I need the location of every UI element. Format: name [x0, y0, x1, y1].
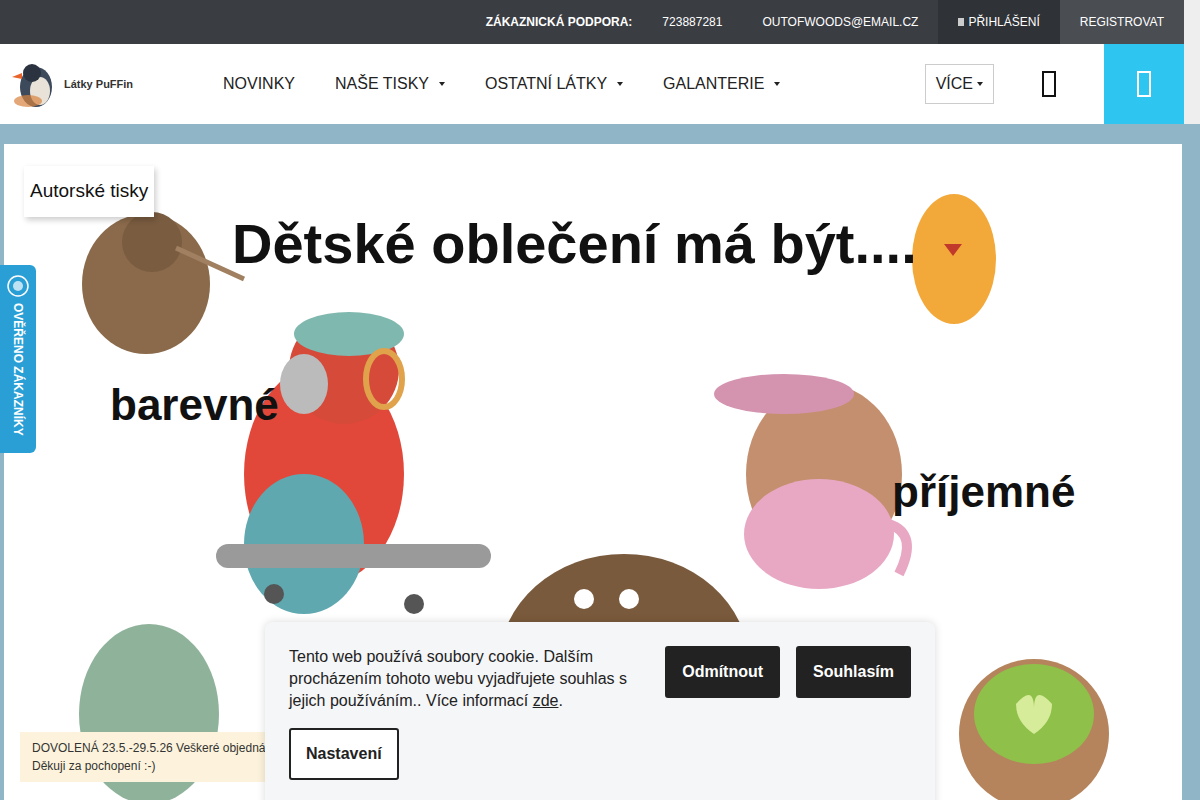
puffin-icon: [10, 57, 60, 111]
caret-icon: [774, 81, 780, 87]
phone-link[interactable]: 723887281: [642, 0, 742, 44]
verified-tab[interactable]: OVĚŘENO ZÁKAZNÍKY: [0, 265, 36, 453]
nav-item[interactable]: NAŠE TISKY: [335, 72, 445, 96]
nav-item[interactable]: GALANTERIE: [663, 72, 780, 96]
cookie-text: Tento web používá soubory cookie. Dalším…: [289, 646, 649, 712]
nav-label: GALANTERIE: [663, 72, 764, 96]
main-header: Látky PuFFin NOVINKY NAŠE TISKY OSTATNÍ LÁ…: [0, 44, 1184, 124]
accept-button[interactable]: Souhlasím: [796, 646, 911, 698]
badge-icon: [7, 275, 29, 297]
nav-item[interactable]: NOVINKY: [223, 72, 295, 96]
nav-label: NOVINKY: [223, 72, 295, 96]
banner-headline: Dětské oblečení má být....: [232, 202, 917, 286]
cookie-message: Tento web používá soubory cookie. Dalším…: [289, 648, 627, 709]
register-link[interactable]: REGISTROVAT: [1060, 0, 1184, 44]
cookie-info-link[interactable]: zde: [533, 692, 559, 709]
support-label: ZÁKAZNICKÁ PODPORA:: [466, 0, 643, 44]
login-label: PŘIHLÁŠENÍ: [968, 13, 1039, 31]
more-button[interactable]: VÍCE: [925, 64, 994, 104]
logo-text: Látky PuFFin: [64, 76, 133, 93]
search-icon[interactable]: [1042, 71, 1056, 97]
caret-icon: [617, 81, 623, 87]
banner-word: příjemné: [892, 459, 1075, 525]
reject-button[interactable]: Odmítnout: [665, 646, 780, 698]
settings-button[interactable]: Nastavení: [289, 728, 399, 780]
caret-icon: [439, 81, 445, 87]
banner-tag: Autorské tisky: [24, 166, 154, 217]
login-link[interactable]: PŘIHLÁŠENÍ: [938, 0, 1059, 44]
nav-label: NAŠE TISKY: [335, 72, 429, 96]
user-icon: [958, 18, 964, 26]
main-nav: NOVINKY NAŠE TISKY OSTATNÍ LÁTKY GALANTERIE: [190, 72, 780, 96]
banner-word: barevné: [110, 372, 279, 438]
caret-icon: [977, 81, 983, 87]
top-bar: ZÁKAZNICKÁ PODPORA: 723887281 OUTOFWOODS…: [0, 0, 1184, 44]
cart-button[interactable]: [1104, 44, 1184, 124]
cart-icon: [1137, 71, 1151, 97]
nav-label: OSTATNÍ LÁTKY: [485, 72, 607, 96]
cookie-dialog: Tento web používá soubory cookie. Dalším…: [265, 622, 935, 800]
more-label: VÍCE: [936, 72, 973, 96]
logo[interactable]: Látky PuFFin: [0, 57, 190, 111]
site-header: ZÁKAZNICKÁ PODPORA: 723887281 OUTOFWOODS…: [0, 0, 1200, 124]
nav-item[interactable]: OSTATNÍ LÁTKY: [485, 72, 623, 96]
email-link[interactable]: OUTOFWOODS@EMAIL.CZ: [742, 0, 938, 44]
cookie-period: .: [558, 692, 562, 709]
verified-label: OVĚŘENO ZÁKAZNÍKY: [9, 303, 27, 436]
